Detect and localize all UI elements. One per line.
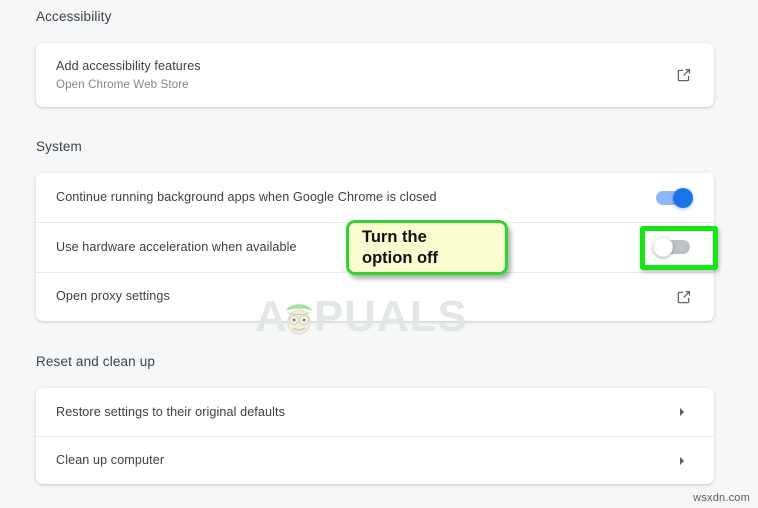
toggle-hardware-acceleration[interactable] [653, 237, 690, 258]
source-watermark-text: wsxdn.com [693, 492, 750, 504]
row-restore-settings[interactable]: Restore settings to their original defau… [36, 388, 714, 436]
row-background-apps[interactable]: Continue running background apps when Go… [36, 173, 714, 222]
settings-page: Accessibility Add accessibility features… [0, 0, 758, 508]
annotation-callout: Turn the option off [346, 220, 508, 275]
row-primary-label: Restore settings to their original defau… [56, 404, 286, 419]
toggle-knob [653, 237, 673, 258]
callout-line-1: Turn the [362, 227, 427, 246]
toggle-background-apps[interactable] [656, 187, 693, 208]
row-secondary-label: Open Chrome Web Store [56, 77, 189, 91]
row-texts: Open proxy settings [56, 288, 676, 305]
row-texts: Continue running background apps when Go… [56, 189, 656, 206]
row-add-accessibility-features[interactable]: Add accessibility features Open Chrome W… [36, 43, 714, 107]
section-title-reset-and-clean-up: Reset and clean up [36, 354, 156, 369]
row-texts: Restore settings to their original defau… [56, 404, 676, 421]
external-link-icon[interactable] [676, 289, 692, 305]
row-open-proxy-settings[interactable]: Open proxy settings [36, 271, 714, 321]
section-title-accessibility: Accessibility [36, 9, 112, 24]
callout-line-2: option off [362, 248, 439, 267]
toggle-knob [673, 187, 693, 208]
row-texts: Add accessibility features Open Chrome W… [56, 58, 676, 93]
external-link-icon[interactable] [676, 67, 692, 83]
chevron-right-icon[interactable] [676, 455, 688, 467]
row-primary-label: Continue running background apps when Go… [56, 190, 437, 205]
row-texts: Clean up computer [56, 452, 676, 469]
row-primary-label: Open proxy settings [56, 289, 170, 304]
row-primary-label: Add accessibility features [56, 58, 201, 73]
reset-and-clean-up-card: Restore settings to their original defau… [36, 388, 714, 484]
row-clean-up-computer[interactable]: Clean up computer [36, 436, 714, 484]
row-primary-label: Clean up computer [56, 453, 165, 467]
accessibility-card: Add accessibility features Open Chrome W… [36, 43, 714, 107]
chevron-right-icon[interactable] [676, 406, 688, 418]
section-title-system: System [36, 139, 82, 154]
